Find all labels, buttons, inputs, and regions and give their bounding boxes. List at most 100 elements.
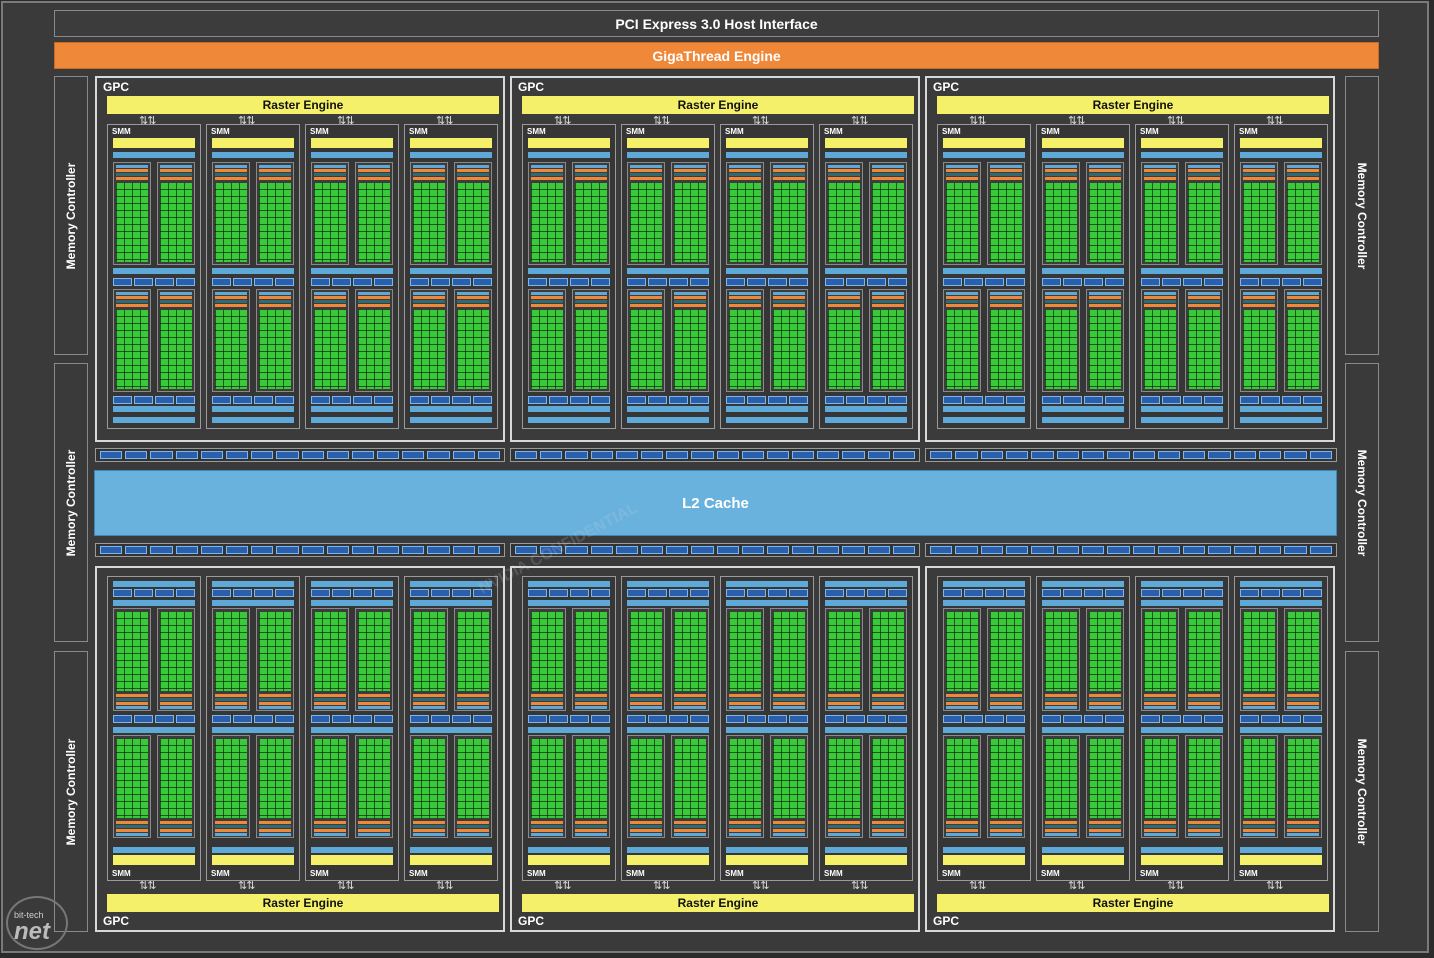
dispatch-unit (846, 589, 865, 597)
core-stripe (674, 833, 706, 836)
core-stripe (1243, 698, 1275, 701)
core-stripe (674, 300, 706, 303)
core-block-2 (987, 162, 1025, 265)
dispatch-unit (176, 278, 195, 286)
core-stripe (828, 829, 860, 832)
core-stripe (1144, 706, 1176, 709)
dispatch-unit (1084, 396, 1103, 404)
core-block-1 (1141, 162, 1179, 265)
dispatch-unit (1105, 589, 1124, 597)
crossbar-unit (842, 451, 865, 459)
core-stripe (531, 292, 563, 295)
core-stripe (215, 698, 247, 701)
core-stripe (1287, 292, 1319, 295)
memory-controller-right-2: Memory Controller (1345, 363, 1379, 642)
smm-buffer (825, 600, 907, 606)
core-block-3 (113, 289, 151, 392)
memory-controller-right-1: Memory Controller (1345, 76, 1379, 355)
core-stripe (946, 821, 978, 824)
core-stripe (729, 698, 761, 701)
smm-buffer (726, 581, 808, 587)
smm-buffer (627, 847, 709, 853)
crossbar-unit (251, 546, 274, 554)
core-stripe (358, 173, 390, 176)
data-flow-arrows: ⇅⇅ (752, 880, 769, 892)
core-stripe (531, 702, 563, 705)
core-stripe (1089, 292, 1121, 295)
smm-buffer (311, 406, 393, 412)
smm-buffer (528, 152, 610, 158)
core-block-2 (770, 162, 808, 265)
crossbar-unit (515, 451, 538, 459)
dispatch-unit (473, 396, 492, 404)
smm-buffer (528, 268, 610, 274)
dispatch-row (726, 715, 808, 723)
core-stripe (990, 292, 1022, 295)
crossbar-unit (1233, 451, 1257, 459)
smm-instruction-cache (410, 855, 492, 865)
cuda-core-grid (773, 310, 805, 389)
crossbar-unit (930, 451, 953, 459)
dispatch-row (1042, 589, 1124, 597)
dispatch-unit (627, 715, 646, 723)
cuda-core-grid (160, 183, 192, 262)
cuda-core-grid (575, 310, 607, 389)
core-block-3 (528, 735, 566, 838)
smm-buffer (943, 152, 1025, 158)
smm-label: SMM (1041, 127, 1060, 136)
raster-engine-label: Raster Engine (262, 98, 344, 112)
dispatch-unit (1261, 278, 1280, 286)
dispatch-unit (943, 396, 962, 404)
dispatch-unit (669, 396, 688, 404)
crossbar-unit (565, 451, 588, 459)
gpc-1: GPC Raster Engine ⇅⇅ SMM ⇅⇅ SMM ⇅⇅ SMM ⇅⇅ SMM (95, 76, 505, 442)
core-stripe (773, 300, 805, 303)
cuda-core-grid (160, 612, 192, 691)
core-block-3 (627, 735, 665, 838)
core-stripe (729, 706, 761, 709)
cuda-core-grid (946, 739, 978, 818)
smm-buffer (311, 417, 393, 423)
dispatch-unit (549, 589, 568, 597)
core-stripe (773, 177, 805, 180)
gpc-5: GPC Raster Engine ⇅⇅ SMM ⇅⇅ SMM ⇅⇅ SMM ⇅⇅ SMM (510, 566, 920, 932)
core-stripe (575, 825, 607, 828)
dispatch-unit (591, 715, 610, 723)
dispatch-row (1240, 589, 1322, 597)
core-block-4 (1284, 289, 1322, 392)
core-stripe (1089, 169, 1121, 172)
dispatch-unit (690, 278, 709, 286)
core-stripe (215, 821, 247, 824)
core-stripe (1144, 821, 1176, 824)
core-stripe (259, 169, 291, 172)
dispatch-unit (1282, 278, 1301, 286)
dispatch-unit (176, 396, 195, 404)
dispatch-unit (846, 396, 865, 404)
smm-buffer (1042, 727, 1124, 733)
core-stripe (358, 821, 390, 824)
core-stripe (457, 833, 489, 836)
dispatch-unit (1282, 589, 1301, 597)
dispatch-unit (1006, 396, 1025, 404)
core-stripe (872, 177, 904, 180)
smm-label: SMM (409, 869, 428, 878)
cuda-core-grid (1188, 739, 1220, 818)
core-stripe (630, 694, 662, 697)
dispatch-row (311, 396, 393, 404)
core-stripe (160, 833, 192, 836)
core-stripe (314, 829, 346, 832)
cuda-core-grid (575, 612, 607, 691)
core-block-3 (1141, 735, 1179, 838)
data-flow-arrows: ⇅⇅ (554, 880, 571, 892)
core-stripe (160, 300, 192, 303)
core-stripe (990, 165, 1022, 168)
dispatch-unit (212, 589, 231, 597)
core-stripe (946, 296, 978, 299)
core-block-1 (627, 608, 665, 711)
smm-buffer (627, 600, 709, 606)
smm-label: SMM (409, 127, 428, 136)
core-stripe (314, 825, 346, 828)
cuda-core-grid (630, 612, 662, 691)
dispatch-unit (176, 589, 195, 597)
raster-engine-label: Raster Engine (1092, 98, 1174, 112)
